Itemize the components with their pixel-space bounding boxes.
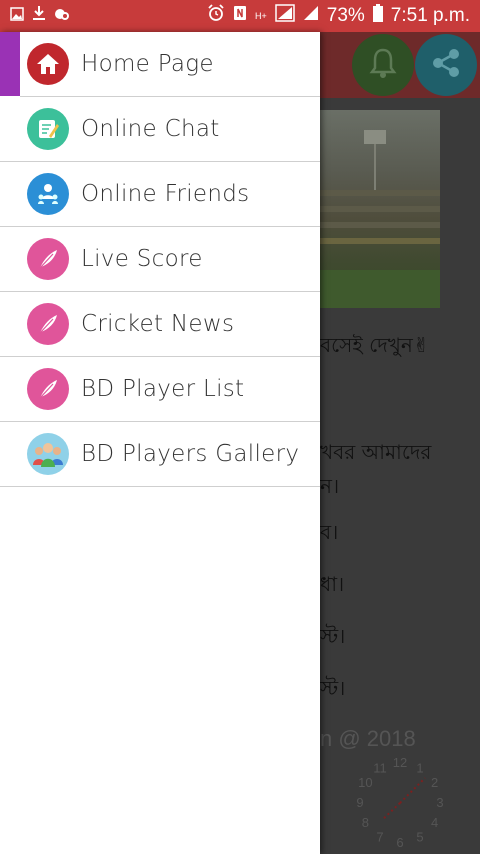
hplus-icon: H+: [254, 10, 267, 21]
signal-icon: [303, 5, 319, 27]
clock-number: 9: [356, 795, 363, 810]
cloud-icon: [54, 5, 70, 27]
feather-icon: [27, 303, 69, 345]
menu-label: BD Players Gallery: [81, 441, 300, 467]
alarm-icon: [207, 4, 225, 28]
download-icon: [32, 5, 46, 27]
battery-percent: 73%: [326, 5, 365, 26]
content-line: খবর আমাদের: [320, 440, 432, 464]
notification-bell-button[interactable]: [352, 34, 414, 96]
content-line: স্ট।: [320, 676, 346, 700]
selected-indicator: [0, 32, 20, 96]
home-icon: [27, 43, 69, 85]
analog-clock: 12 12 3 45678 9 1011: [356, 755, 443, 848]
clock-number: 12: [393, 755, 407, 770]
content-line: ব।: [320, 520, 339, 544]
stadium-image: [320, 110, 440, 308]
menu-item-live-score[interactable]: Live Score: [0, 227, 320, 292]
content-line: বসেই দেখুন✌: [320, 333, 430, 357]
menu-label: Online Friends: [81, 181, 250, 207]
menu-label: Live Score: [81, 246, 203, 272]
nfc-icon: [233, 5, 247, 27]
feather-icon: [27, 238, 69, 280]
system-icons: H+ 73% 7:51 p.m.: [207, 4, 470, 28]
battery-icon: [372, 4, 383, 28]
clock-number: 11: [373, 760, 387, 775]
signal-icon: [275, 4, 295, 28]
share-icon: [430, 47, 462, 83]
bell-icon: [369, 47, 397, 83]
menu-item-online-chat[interactable]: Online Chat: [0, 97, 320, 162]
clock-number: 1: [416, 760, 423, 775]
clock-number: 10: [358, 775, 372, 790]
people-group-icon: [27, 433, 69, 475]
chat-edit-icon: [27, 108, 69, 150]
notification-icons: [10, 5, 70, 27]
navigation-drawer: Home Page Online Chat Online Friends Liv…: [0, 32, 320, 854]
content-line: ন।: [320, 474, 340, 498]
clock-number: 6: [396, 835, 403, 848]
clock-number: 8: [362, 815, 369, 830]
clock-number: 5: [416, 830, 423, 845]
clock-number: 2: [431, 775, 438, 790]
content-line: ধা।: [320, 572, 345, 596]
content-line: স্ট।: [320, 624, 346, 648]
menu-item-bd-players-gallery[interactable]: BD Players Gallery: [0, 422, 320, 487]
clock-number: 7: [376, 830, 383, 845]
friends-icon: [27, 173, 69, 215]
menu-label: BD Player List: [81, 376, 245, 402]
menu-item-bd-player-list[interactable]: BD Player List: [0, 357, 320, 422]
share-button[interactable]: [415, 34, 477, 96]
image-icon: [10, 5, 24, 27]
clock-number: 4: [431, 815, 438, 830]
clock-number: 3: [436, 795, 443, 810]
menu-item-online-friends[interactable]: Online Friends: [0, 162, 320, 227]
menu-label: Cricket News: [81, 311, 235, 337]
menu-label: Online Chat: [81, 116, 220, 142]
menu-item-cricket-news[interactable]: Cricket News: [0, 292, 320, 357]
feather-icon: [27, 368, 69, 410]
menu-label: Home Page: [81, 51, 214, 77]
status-bar: H+ 73% 7:51 p.m.: [0, 0, 480, 32]
menu-item-home-page[interactable]: Home Page: [20, 32, 320, 97]
clock-time: 7:51 p.m.: [390, 5, 470, 26]
